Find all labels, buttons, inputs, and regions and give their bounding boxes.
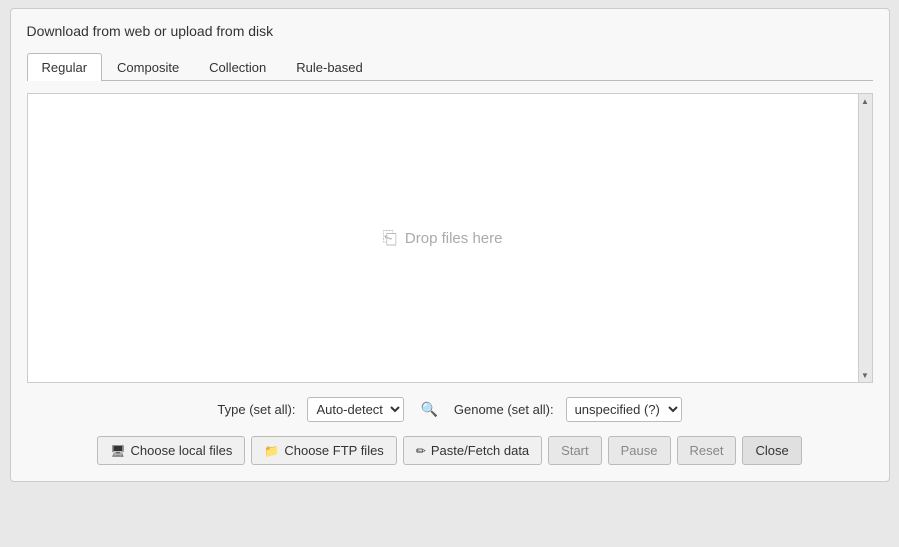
- type-select[interactable]: Auto-detect: [307, 397, 404, 422]
- scroll-down-arrow[interactable]: ▼: [858, 368, 872, 382]
- main-container: Download from web or upload from disk Re…: [10, 8, 890, 482]
- reset-label: Reset: [690, 443, 724, 458]
- tab-rule-based[interactable]: Rule-based: [281, 53, 378, 81]
- tab-collection[interactable]: Collection: [194, 53, 281, 81]
- genome-label: Genome (set all):: [454, 402, 554, 417]
- pause-button[interactable]: Pause: [608, 436, 671, 465]
- scroll-up-arrow[interactable]: ▲: [858, 94, 872, 108]
- start-button[interactable]: Start: [548, 436, 601, 465]
- genome-select[interactable]: unspecified (?): [566, 397, 682, 422]
- type-select-wrapper: Auto-detect: [307, 397, 404, 422]
- page-title: Download from web or upload from disk: [27, 23, 873, 39]
- tab-regular[interactable]: Regular: [27, 53, 103, 81]
- tabs-bar: Regular Composite Collection Rule-based: [27, 53, 873, 81]
- type-label: Type (set all):: [217, 402, 295, 417]
- action-buttons: 🖥 Choose local files 📁 Choose FTP files …: [27, 436, 873, 465]
- genome-select-wrapper: unspecified (?): [566, 397, 682, 422]
- local-files-icon: 🖥: [110, 444, 125, 458]
- ftp-icon: 📁: [264, 444, 279, 458]
- paste-fetch-button[interactable]: ✏ Paste/Fetch data: [403, 436, 542, 465]
- tab-composite[interactable]: Composite: [102, 53, 194, 81]
- choose-local-files-button[interactable]: 🖥 Choose local files: [97, 436, 245, 465]
- controls-row: Type (set all): Auto-detect 🔍 Genome (se…: [27, 397, 873, 422]
- start-label: Start: [561, 443, 588, 458]
- drop-icon: ⎗: [383, 228, 397, 249]
- pause-label: Pause: [621, 443, 658, 458]
- choose-ftp-files-button[interactable]: 📁 Choose FTP files: [251, 436, 396, 465]
- choose-local-label: Choose local files: [131, 443, 233, 458]
- paste-fetch-label: Paste/Fetch data: [431, 443, 529, 458]
- drop-label: Drop files here: [405, 230, 503, 247]
- scrollbar[interactable]: ▲ ▼: [858, 94, 872, 382]
- search-button[interactable]: 🔍: [416, 399, 441, 420]
- drop-zone[interactable]: ⎗ Drop files here ▲ ▼: [27, 93, 873, 383]
- reset-button[interactable]: Reset: [677, 436, 737, 465]
- choose-ftp-label: Choose FTP files: [284, 443, 383, 458]
- paste-icon: ✏: [416, 444, 426, 458]
- close-button[interactable]: Close: [742, 436, 801, 465]
- drop-text: ⎗ Drop files here: [383, 228, 503, 249]
- close-label: Close: [755, 443, 788, 458]
